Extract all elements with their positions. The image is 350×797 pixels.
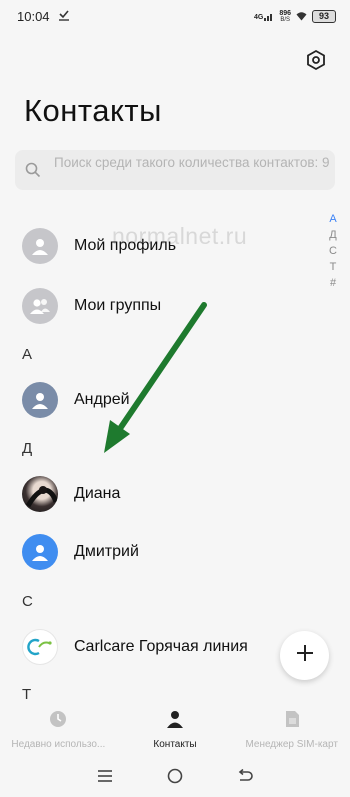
clock-icon <box>49 710 67 733</box>
tab-sim-manager[interactable]: Менеджер SIM-карт <box>233 700 350 756</box>
home-circle-icon <box>167 768 183 784</box>
tab-label: Менеджер SIM-карт <box>245 739 338 750</box>
back-button[interactable] <box>237 768 253 788</box>
menu-icon <box>98 770 112 782</box>
plus-icon <box>295 643 315 668</box>
person-icon <box>166 710 184 733</box>
sim-card-icon <box>284 710 300 733</box>
tab-contacts[interactable]: Контакты <box>117 700 234 756</box>
tab-recent[interactable]: Недавно использо... <box>0 700 117 756</box>
system-nav-bar <box>0 760 350 797</box>
tab-label: Недавно использо... <box>11 739 106 750</box>
home-button[interactable] <box>167 768 183 789</box>
back-icon <box>238 768 253 781</box>
tab-label: Контакты <box>153 739 197 750</box>
add-contact-button[interactable] <box>280 631 329 680</box>
bottom-nav: Недавно использо... Контакты Менеджер SI… <box>0 700 350 756</box>
menu-button[interactable] <box>97 769 113 788</box>
